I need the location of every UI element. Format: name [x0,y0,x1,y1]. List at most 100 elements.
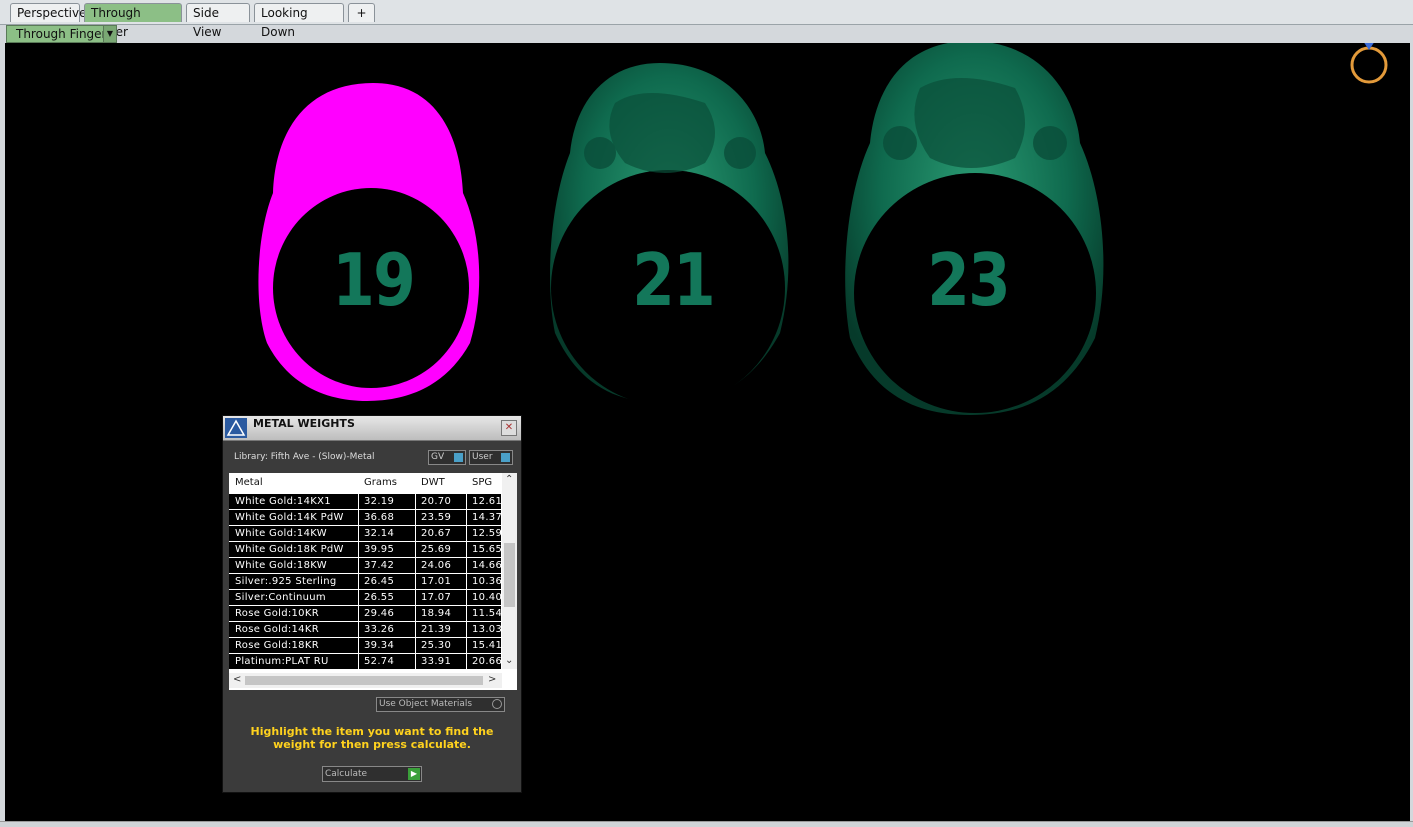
table-row[interactable]: Silver:Continuum 26.55 17.07 10.40 [229,590,503,606]
chevron-up-icon[interactable]: ⌃ [505,474,513,485]
toggle-indicator-icon [454,453,463,462]
table-header: Metal Grams DWT SPG [229,473,501,493]
grams-cell: 39.34 [364,640,395,651]
grams-cell: 39.95 [364,544,395,555]
chevron-down-icon[interactable]: ⌄ [505,655,513,666]
table-row[interactable]: White Gold:18KW 37.42 24.06 14.66 [229,558,503,574]
vertical-scrollbar[interactable]: ⌃ ⌄ [502,473,517,669]
use-object-materials-toggle[interactable]: Use Object Materials [376,697,505,712]
column-header-dwt[interactable]: DWT [421,477,445,488]
table-row[interactable]: White Gold:14KW 32.14 20.67 12.59 [229,526,502,542]
ring-23[interactable] [845,43,1104,415]
spg-cell: 14.66 [472,560,503,571]
3d-viewport[interactable]: 19 21 23 [5,43,1410,821]
metal-cell: Rose Gold:18KR [235,640,319,651]
play-icon: ▶ [408,768,420,780]
column-header-metal[interactable]: Metal [235,477,263,488]
metal-cell: White Gold:18K PdW [235,544,344,555]
spg-cell: 13.03 [472,624,503,635]
chevron-down-icon[interactable]: ▼ [103,26,116,42]
ring-view-icon[interactable] [1350,43,1388,84]
table-row[interactable]: Rose Gold:14KR 33.26 21.39 13.03 [229,622,503,638]
library-label: Library: Fifth Ave - (Slow)-Metal [234,452,375,462]
viewport-scene [258,43,1388,415]
add-tab-button[interactable]: + [348,3,375,22]
metal-weights-table[interactable]: Metal Grams DWT SPG White Gold:14KX1 32.1… [229,473,517,690]
dwt-cell: 24.06 [421,560,452,571]
table-row[interactable]: Platinum:PLAT RU 52.74 33.91 20.66 [229,654,503,670]
tab-through-finger[interactable]: Through Finger [84,3,182,39]
grams-cell: 33.26 [364,624,395,635]
metal-cell: White Gold:14KX1 [235,496,331,507]
chevron-right-icon[interactable]: > [488,674,496,685]
spg-cell: 12.61 [472,496,503,507]
metal-cell: White Gold:14K PdW [235,512,344,523]
metal-cell: Silver:.925 Sterling [235,576,337,587]
metal-cell: Rose Gold:10KR [235,608,319,619]
metal-weights-panel: METAL WEIGHTS ✕ Library: Fifth Ave - (Sl… [222,415,522,793]
toggle-indicator-icon [501,453,510,462]
status-bar [0,821,1413,827]
panel-title: METAL WEIGHTS [253,417,355,430]
dwt-cell: 17.01 [421,576,452,587]
table-row[interactable]: White Gold:14KX1 32.19 20.70 12.61 [229,494,503,510]
radio-icon [492,699,502,709]
panel-header[interactable]: METAL WEIGHTS ✕ [223,416,521,441]
instruction-text: Highlight the item you want to find the … [250,725,494,751]
dwt-cell: 33.91 [421,656,452,667]
grams-cell: 36.68 [364,512,395,523]
metal-cell: Rose Gold:14KR [235,624,319,635]
dwt-cell: 25.30 [421,640,452,651]
ring-size-label: 19 [332,238,415,322]
column-header-grams[interactable]: Grams [364,477,397,488]
spg-cell: 20.66 [472,656,503,667]
calculate-label: Calculate [325,769,368,779]
grams-cell: 32.19 [364,496,395,507]
column-divider [415,473,416,669]
calculate-button[interactable]: Calculate ▶ [322,766,422,782]
tab-side-view[interactable]: Side View [186,3,250,39]
ring-21[interactable] [550,63,789,406]
spg-cell: 11.54 [472,608,503,619]
use-object-materials-label: Use Object Materials [379,699,473,709]
table-row[interactable]: White Gold:14K PdW 36.68 23.59 14.37 [229,510,502,526]
user-toggle[interactable]: User [469,450,513,465]
dwt-cell: 20.70 [421,496,452,507]
grams-cell: 32.14 [364,528,395,539]
dwt-cell: 20.67 [421,528,452,539]
grams-cell: 26.45 [364,576,395,587]
tab-looking-down[interactable]: Looking Down [254,3,344,39]
spg-cell: 15.65 [472,544,503,555]
spg-cell: 10.36 [472,576,503,587]
ring-size-label: 23 [927,238,1010,322]
table-row[interactable]: Rose Gold:18KR 39.34 25.30 15.41 [229,638,503,654]
viewport-selector[interactable]: Through Finger ▼ [6,25,117,43]
metal-cell: Silver:Continuum [235,592,326,603]
metal-weights-logo-icon [225,418,247,438]
gv-toggle[interactable]: GV [428,450,466,465]
gv-toggle-label: GV [431,452,445,462]
table-row[interactable]: White Gold:18K PdW 39.95 25.69 15.65 [229,542,503,558]
viewport-selector-label: Through Finger [16,27,107,41]
spg-cell: 15.41 [472,640,503,651]
grams-cell: 52.74 [364,656,395,667]
view-tab-bar: Perspective Through Finger Side View Loo… [0,0,1413,39]
scroll-thumb[interactable] [504,543,515,607]
user-toggle-label: User [472,452,493,462]
dwt-cell: 25.69 [421,544,452,555]
scroll-thumb[interactable] [245,676,483,685]
grams-cell: 26.55 [364,592,395,603]
metal-cell: White Gold:18KW [235,560,327,571]
table-row[interactable]: Silver:.925 Sterling 26.45 17.01 10.36 [229,574,503,590]
metal-cell: Platinum:PLAT RU [235,656,329,667]
ring-size-label: 21 [632,238,715,322]
column-header-spg[interactable]: SPG [472,477,492,488]
horizontal-scrollbar[interactable]: < > [229,673,502,688]
spg-cell: 10.40 [472,592,503,603]
chevron-left-icon[interactable]: < [233,674,241,685]
table-row[interactable]: Rose Gold:10KR 29.46 18.94 11.54 [229,606,503,622]
close-icon[interactable]: ✕ [501,420,517,436]
column-divider [358,473,359,669]
grams-cell: 29.46 [364,608,395,619]
tab-perspective[interactable]: Perspective [10,3,87,22]
